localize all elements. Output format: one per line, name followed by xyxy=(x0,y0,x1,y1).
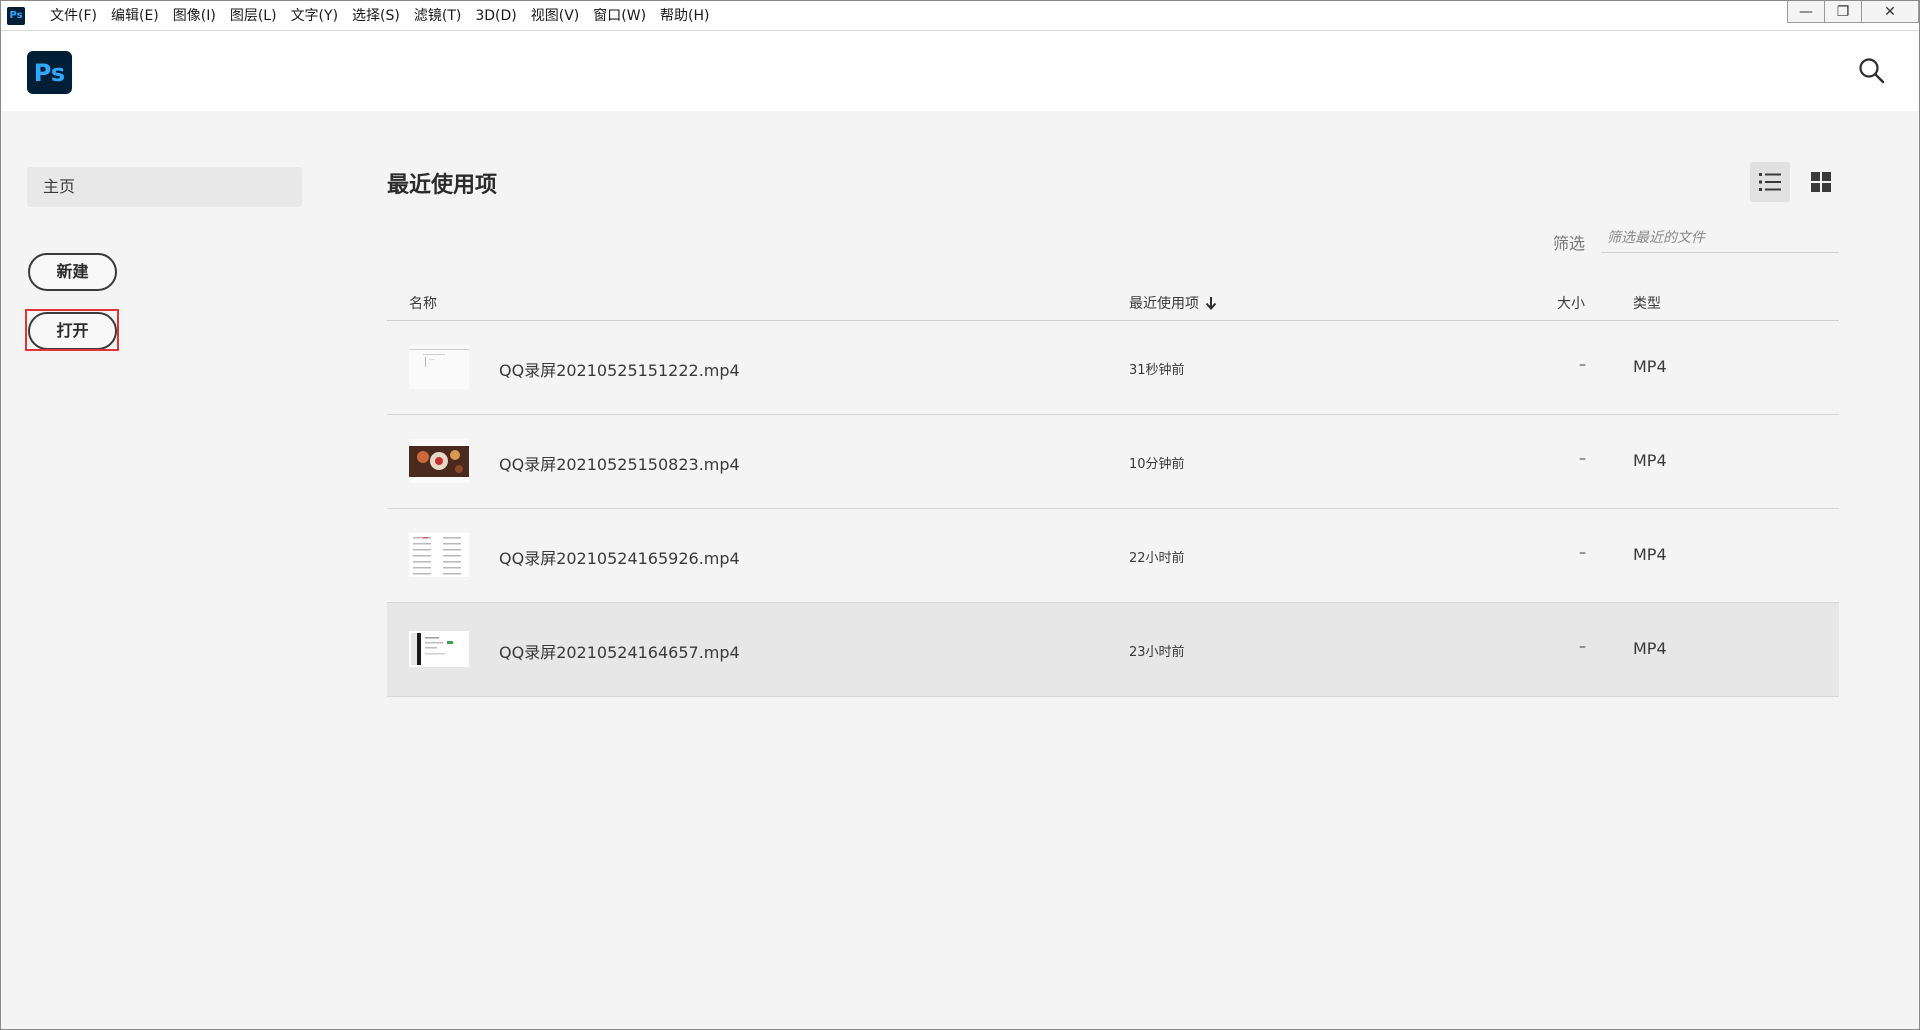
file-recent-time: 23小时前 xyxy=(1129,645,1185,660)
file-name: QQ录屏20210525150823.mp4 xyxy=(499,455,740,474)
menu-view[interactable]: 视图(V) xyxy=(524,1,587,31)
minimize-icon: — xyxy=(1799,3,1813,20)
menu-edit[interactable]: 编辑(E) xyxy=(104,1,166,31)
list-view-button[interactable] xyxy=(1750,162,1790,202)
grid-view-button[interactable] xyxy=(1801,162,1841,202)
table-row[interactable]: QQ录屏20210524165926.mp4 22小时前 – MP4 xyxy=(387,509,1839,603)
file-type: MP4 xyxy=(1633,545,1667,564)
page-title: 最近使用项 xyxy=(387,173,498,198)
close-icon: ✕ xyxy=(1884,3,1896,20)
menu-type[interactable]: 文字(Y) xyxy=(284,1,345,31)
app-window: Ps 文件(F) 编辑(E) 图像(I) 图层(L) 文字(Y) 选择(S) 滤… xyxy=(0,0,1920,1030)
photoshop-logo: Ps xyxy=(27,51,72,94)
minimize-button[interactable]: — xyxy=(1787,1,1825,23)
file-type: MP4 xyxy=(1633,451,1667,470)
file-thumbnail xyxy=(409,439,469,483)
filter-label: 筛选 xyxy=(1553,234,1586,253)
file-recent-time: 22小时前 xyxy=(1129,551,1185,566)
column-header-type[interactable]: 类型 xyxy=(1633,293,1661,313)
file-thumbnail xyxy=(409,533,469,577)
file-recent-time: 10分钟前 xyxy=(1129,457,1185,472)
file-type: MP4 xyxy=(1633,357,1667,376)
search-button[interactable] xyxy=(1857,56,1887,86)
file-size: – xyxy=(1579,451,1586,467)
restore-button[interactable]: ❐ xyxy=(1824,1,1862,23)
column-header-name[interactable]: 名称 xyxy=(409,293,437,313)
restore-icon: ❐ xyxy=(1836,3,1850,20)
column-header-size[interactable]: 大小 xyxy=(1557,293,1585,313)
table-header: 名称 最近使用项 大小 类型 xyxy=(387,281,1839,321)
menu-filter[interactable]: 滤镜(T) xyxy=(407,1,468,31)
file-thumbnail xyxy=(409,627,469,671)
column-header-recent-label: 最近使用项 xyxy=(1129,296,1199,312)
recent-files-table: 名称 最近使用项 大小 类型 QQ录屏20210525151222.mp4 31… xyxy=(387,281,1839,697)
menu-help[interactable]: 帮助(H) xyxy=(653,1,716,31)
menu-layer[interactable]: 图层(L) xyxy=(223,1,284,31)
open-button-highlight xyxy=(25,309,119,351)
close-button[interactable]: ✕ xyxy=(1861,1,1919,23)
file-type: MP4 xyxy=(1633,639,1667,658)
table-row[interactable]: QQ录屏20210525150823.mp4 10分钟前 – MP4 xyxy=(387,415,1839,509)
new-button[interactable]: 新建 xyxy=(28,253,117,291)
list-view-icon xyxy=(1759,173,1781,191)
menu-3d[interactable]: 3D(D) xyxy=(468,1,523,31)
menu-file[interactable]: 文件(F) xyxy=(43,1,104,31)
menu-image[interactable]: 图像(I) xyxy=(166,1,223,31)
menu-bar: Ps 文件(F) 编辑(E) 图像(I) 图层(L) 文字(Y) 选择(S) 滤… xyxy=(1,1,1919,31)
grid-view-icon xyxy=(1811,172,1831,192)
menu-select[interactable]: 选择(S) xyxy=(345,1,407,31)
menu-window[interactable]: 窗口(W) xyxy=(586,1,653,31)
home-body: 主页 新建 打开 最近使用项 筛选 名称 最近使用项 xyxy=(1,111,1919,1029)
table-row[interactable]: QQ录屏20210525151222.mp4 31秒钟前 – MP4 xyxy=(387,321,1839,415)
column-header-recent[interactable]: 最近使用项 xyxy=(1129,293,1217,313)
sidebar-item-home[interactable]: 主页 xyxy=(27,167,302,207)
file-name: QQ录屏20210524165926.mp4 xyxy=(499,549,740,568)
file-recent-time: 31秒钟前 xyxy=(1129,363,1185,378)
file-name: QQ录屏20210524164657.mp4 xyxy=(499,643,740,662)
file-name: QQ录屏20210525151222.mp4 xyxy=(499,361,740,380)
file-size: – xyxy=(1579,545,1586,561)
filter-input[interactable] xyxy=(1601,223,1839,253)
file-size: – xyxy=(1579,639,1586,655)
ps-app-icon[interactable]: Ps xyxy=(7,6,25,25)
file-thumbnail xyxy=(409,345,469,389)
table-row[interactable]: QQ录屏20210524164657.mp4 23小时前 – MP4 xyxy=(387,603,1839,697)
file-size: – xyxy=(1579,357,1586,373)
arrow-down-icon xyxy=(1205,297,1217,310)
home-header: Ps xyxy=(1,31,1919,111)
search-icon xyxy=(1859,58,1885,84)
window-controls: — ❐ ✕ xyxy=(1787,1,1919,31)
